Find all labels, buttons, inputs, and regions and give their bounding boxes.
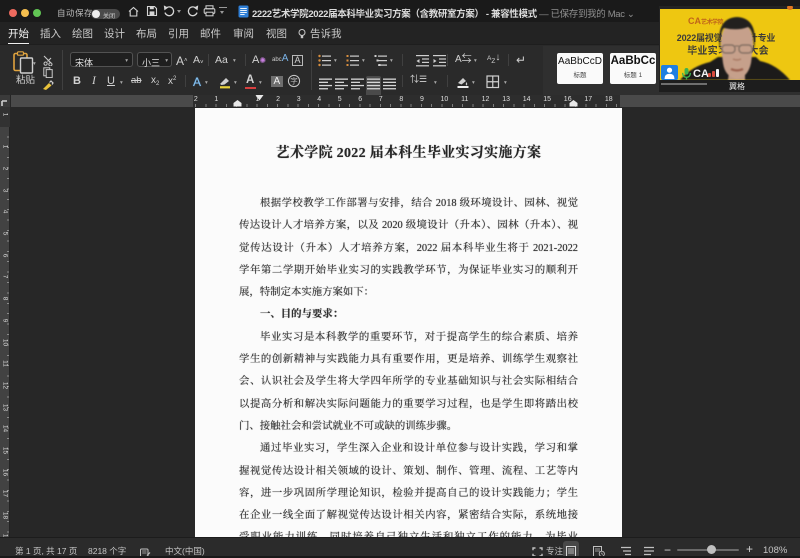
svg-text:字: 字 (290, 76, 298, 86)
